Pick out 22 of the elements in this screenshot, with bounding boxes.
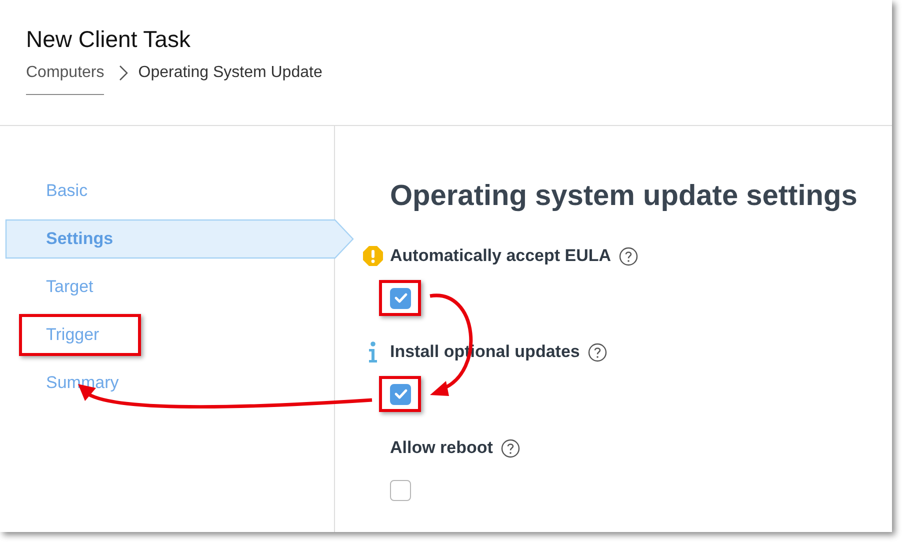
option-label: Automatically accept EULA: [390, 246, 612, 266]
check-icon: [394, 388, 408, 400]
breadcrumb-link[interactable]: Computers: [26, 63, 104, 95]
breadcrumb-current: Operating System Update: [138, 63, 322, 83]
option-label: Allow reboot: [390, 438, 493, 458]
help-icon[interactable]: [619, 246, 638, 266]
checkbox[interactable]: [390, 288, 411, 308]
wizard-step[interactable]: Summary: [0, 364, 334, 402]
check-icon: [394, 292, 408, 304]
info-icon: [368, 341, 378, 363]
help-icon[interactable]: [588, 342, 607, 362]
wizard-step[interactable]: Target: [0, 268, 334, 306]
wizard-step[interactable]: Basic: [0, 172, 334, 210]
wizard-step[interactable]: Trigger: [0, 316, 334, 354]
help-icon[interactable]: [500, 438, 520, 458]
window-title: New Client Task: [26, 25, 192, 53]
wizard-step[interactable]: Settings: [5, 220, 353, 258]
section-heading: Operating system update settings: [390, 179, 858, 214]
checkbox[interactable]: [390, 384, 411, 404]
checkbox[interactable]: [390, 480, 411, 500]
warning-icon: [362, 245, 384, 267]
chevron-right-icon: [119, 65, 128, 81]
